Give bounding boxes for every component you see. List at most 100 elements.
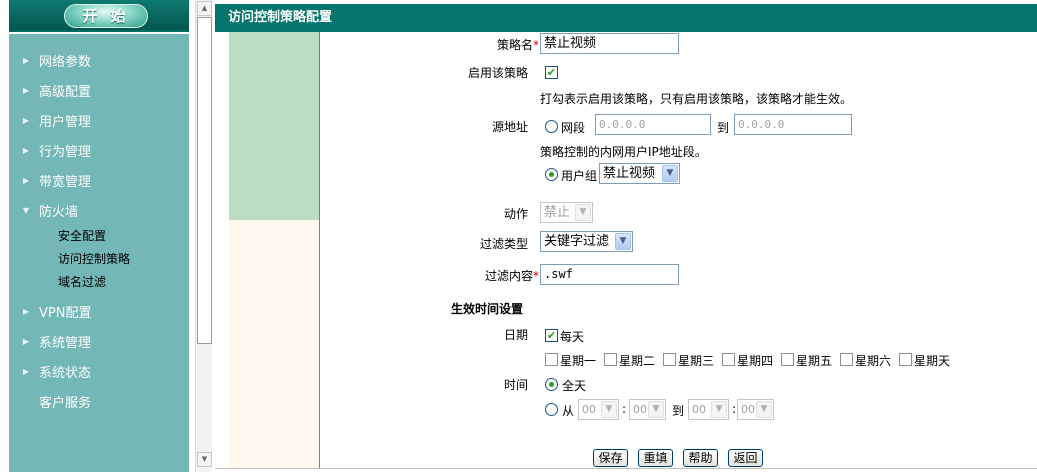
chevron-down-icon[interactable]: ▼ <box>575 204 591 221</box>
enable-hint: 打勾表示启用该策略，只有启用该策略，该策略才能生效。 <box>540 92 853 106</box>
start-bar: 开 始 <box>9 0 189 32</box>
chevron-down-icon[interactable]: ▼ <box>756 401 772 418</box>
sub-item-access-policy[interactable]: 访问控制策略 <box>58 249 130 267</box>
arrow-down-icon: ▼ <box>22 205 29 215</box>
left-strip-lower <box>229 220 319 468</box>
chevron-down-icon[interactable]: ▼ <box>601 401 617 418</box>
chevron-down-icon[interactable]: ▼ <box>662 165 678 182</box>
from-label: 从 <box>562 404 575 418</box>
colon: : <box>732 402 737 416</box>
enable-checkbox[interactable]: ✔ <box>545 66 558 79</box>
sub-item-security[interactable]: 安全配置 <box>58 226 106 244</box>
start-button[interactable]: 开 始 <box>64 4 148 28</box>
filter-type-label: 过滤类型 <box>479 237 528 251</box>
menu-label: 网络参数 <box>39 54 92 70</box>
page-title: 访问控制策略配置 <box>215 4 1037 32</box>
menu-item-status[interactable]: ▶ 系统状态 <box>9 360 189 382</box>
segment-radio[interactable] <box>545 120 558 133</box>
filter-type-select[interactable]: 关键字过滤 ▼ <box>540 231 633 252</box>
weekday-label: 星期五 <box>796 354 833 368</box>
menu-item-bandwidth[interactable]: ▶ 带宽管理 <box>9 169 189 191</box>
group-label: 用户组 <box>561 169 598 183</box>
time-value: 00 <box>741 403 755 416</box>
menu-item-firewall[interactable]: ▼ 防火墙 <box>9 199 189 221</box>
content-area: 策略名* 禁止视频 启用该策略 ✔ 打勾表示启用该策略，只有启用该策略，该策略才… <box>215 32 1037 472</box>
colon: : <box>622 402 627 416</box>
menu-item-service[interactable]: 客户服务 <box>9 390 189 412</box>
tuesday-checkbox[interactable] <box>604 353 617 366</box>
source-hint: 策略控制的内网用户IP地址段。 <box>540 145 707 159</box>
scroll-down-icon[interactable]: ▼ <box>197 452 212 467</box>
weekday-label: 星期三 <box>678 354 715 368</box>
range-radio[interactable] <box>545 403 558 416</box>
allday-radio[interactable] <box>545 378 558 391</box>
weekday-label: 星期一 <box>560 354 597 368</box>
time-value: 00 <box>633 403 647 416</box>
menu-item-advanced[interactable]: ▶ 高级配置 <box>9 79 189 101</box>
thursday-checkbox[interactable] <box>722 353 735 366</box>
group-select-value: 禁止视频 <box>603 166 656 181</box>
from-hour-select[interactable]: 00 ▼ <box>578 399 619 420</box>
weekday-label: 星期二 <box>619 354 656 368</box>
menu-label: 高级配置 <box>39 84 92 100</box>
arrow-right-icon: ▶ <box>22 306 29 316</box>
weekday-label: 星期天 <box>914 354 951 368</box>
monday-checkbox[interactable] <box>545 353 558 366</box>
chevron-down-icon[interactable]: ▼ <box>615 233 631 250</box>
action-select[interactable]: 禁止 ▼ <box>540 202 593 223</box>
to-hour-select[interactable]: 00 ▼ <box>688 399 729 420</box>
sidebar-scrollbar[interactable]: ▲ ▼ <box>195 0 212 472</box>
menu-label: 客户服务 <box>39 395 92 411</box>
ip-end-input[interactable]: 0.0.0.0 <box>734 114 852 135</box>
group-radio[interactable] <box>545 168 558 181</box>
save-button[interactable]: 保存 <box>593 449 628 467</box>
group-select[interactable]: 禁止视频 ▼ <box>599 163 680 184</box>
time-section-title: 生效时间设置 <box>451 302 524 316</box>
menu-item-network[interactable]: ▶ 网络参数 <box>9 49 189 71</box>
policy-name-label: 策略名* <box>496 38 539 52</box>
chevron-down-icon[interactable]: ▼ <box>711 401 727 418</box>
from-minute-select[interactable]: 00 ▼ <box>629 399 666 420</box>
friday-checkbox[interactable] <box>781 353 794 366</box>
weekday-label: 星期六 <box>855 354 892 368</box>
date-label: 日期 <box>503 328 528 342</box>
policy-name-input[interactable]: 禁止视频 <box>540 33 679 54</box>
arrow-right-icon: ▶ <box>22 145 29 155</box>
back-button[interactable]: 返回 <box>728 449 763 467</box>
everyday-checkbox[interactable]: ✔ <box>545 329 558 342</box>
menu-item-behavior[interactable]: ▶ 行为管理 <box>9 139 189 161</box>
menu-label: 行为管理 <box>39 144 92 160</box>
help-button[interactable]: 帮助 <box>683 449 718 467</box>
menu-label: 带宽管理 <box>39 174 92 190</box>
scroll-thumb[interactable] <box>197 17 212 344</box>
saturday-checkbox[interactable] <box>840 353 853 366</box>
menu-item-users[interactable]: ▶ 用户管理 <box>9 109 189 131</box>
menu-label: 系统管理 <box>39 335 92 351</box>
filter-type-value: 关键字过滤 <box>544 234 610 249</box>
sunday-checkbox[interactable] <box>899 353 912 366</box>
to-minute-select[interactable]: 00 ▼ <box>737 399 774 420</box>
reset-button[interactable]: 重填 <box>638 449 673 467</box>
scroll-up-icon[interactable]: ▲ <box>197 1 212 16</box>
everyday-label: 每天 <box>560 330 585 344</box>
left-strip <box>229 32 319 220</box>
menu-panel: ▶ 网络参数 ▶ 高级配置 ▶ 用户管理 ▶ 行为管理 ▶ 带宽管理 ▼ 防火墙 安全配置 … <box>9 34 189 472</box>
divider <box>319 32 320 468</box>
filter-content-label: 过滤内容* <box>484 269 539 283</box>
weekday-label: 星期四 <box>737 354 774 368</box>
allday-label: 全天 <box>562 379 587 393</box>
filter-content-input[interactable]: .swf <box>540 264 679 285</box>
source-label: 源地址 <box>491 120 528 134</box>
time-value: 00 <box>582 403 596 416</box>
menu-item-system[interactable]: ▶ 系统管理 <box>9 330 189 352</box>
to2-label: 到 <box>672 404 685 418</box>
chevron-down-icon[interactable]: ▼ <box>648 401 664 418</box>
segment-label: 网段 <box>561 121 586 135</box>
action-select-value: 禁止 <box>544 205 571 220</box>
wednesday-checkbox[interactable] <box>663 353 676 366</box>
menu-label: 系统状态 <box>39 365 92 381</box>
menu-item-vpn[interactable]: ▶ VPN配置 <box>9 300 189 322</box>
sub-item-domain-filter[interactable]: 域名过滤 <box>58 272 106 290</box>
arrow-right-icon: ▶ <box>22 55 29 65</box>
ip-start-input[interactable]: 0.0.0.0 <box>595 114 711 135</box>
